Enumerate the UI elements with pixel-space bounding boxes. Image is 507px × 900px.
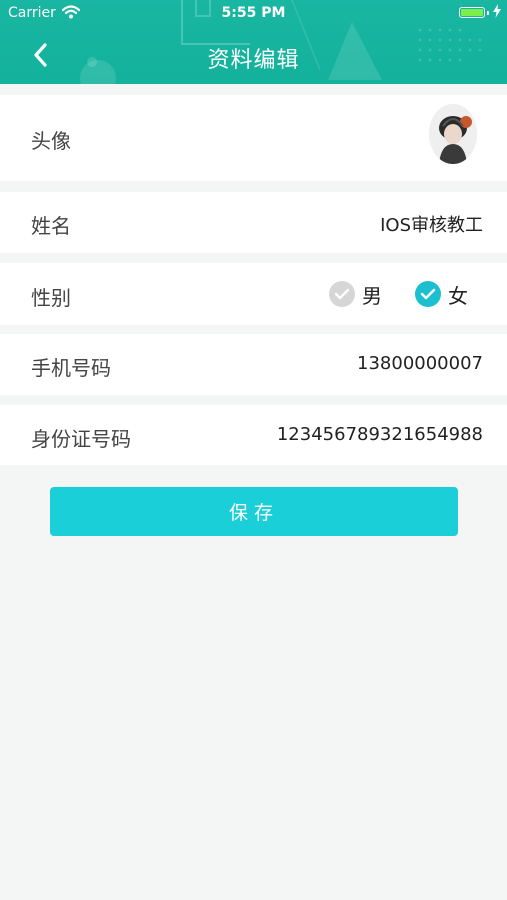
gender-female-label: 女 xyxy=(448,283,468,308)
gender-row: 性别 男 女 xyxy=(0,263,507,325)
battery-icon xyxy=(459,7,485,18)
gender-male-label: 男 xyxy=(362,283,382,308)
phone-label: 手机号码 xyxy=(31,356,111,380)
name-row[interactable]: 姓名 IOS审核教工 xyxy=(0,192,507,253)
battery-cap xyxy=(487,11,489,15)
charging-bolt-icon xyxy=(493,4,501,22)
gender-option-female[interactable]: 女 xyxy=(415,263,468,325)
phone-value: 13800000007 xyxy=(357,353,483,374)
avatar-row[interactable]: 头像 xyxy=(0,95,507,181)
status-time: 5:55 PM xyxy=(221,5,286,21)
phone-row[interactable]: 手机号码 13800000007 xyxy=(0,334,507,395)
page-title: 资料编辑 xyxy=(207,48,300,73)
save-button[interactable]: 保存 xyxy=(50,487,458,536)
id-row[interactable]: 身份证号码 123456789321654988 xyxy=(0,405,507,465)
avatar-label: 头像 xyxy=(31,129,71,153)
gender-option-male[interactable]: 男 xyxy=(329,263,382,325)
id-value: 123456789321654988 xyxy=(276,424,483,445)
avatar[interactable] xyxy=(429,104,477,164)
checked-circle-icon xyxy=(415,281,441,307)
id-label: 身份证号码 xyxy=(31,427,131,451)
gender-label: 性别 xyxy=(31,286,71,310)
nav-bar: Carrier 5:55 PM 资料编辑 xyxy=(0,0,507,84)
name-value: IOS审核教工 xyxy=(380,215,483,236)
name-label: 姓名 xyxy=(31,214,71,238)
unchecked-circle-icon xyxy=(329,281,355,307)
status-bar: Carrier 5:55 PM xyxy=(0,0,507,28)
